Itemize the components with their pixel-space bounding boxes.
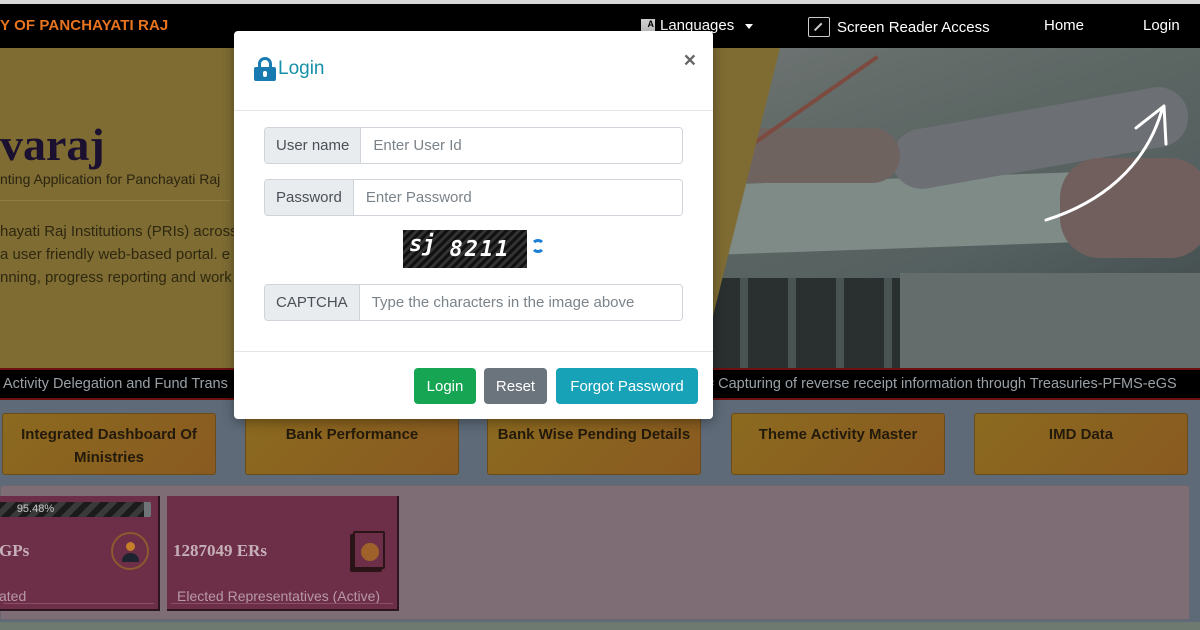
login-modal: Login × User name Password sj 8211 CAPTC… bbox=[234, 31, 713, 419]
screen-reader-icon bbox=[808, 17, 830, 37]
forgot-password-button[interactable]: Forgot Password bbox=[556, 368, 698, 404]
arrow-pointer-icon bbox=[1044, 104, 1168, 222]
nav-login[interactable]: Login bbox=[1143, 17, 1180, 34]
nav-screen-reader-label: Screen Reader Access bbox=[837, 18, 990, 36]
stat-card-gps[interactable]: 95.48% GPs ated bbox=[0, 496, 160, 611]
password-label: Password bbox=[265, 180, 354, 215]
quick-link-imd-data[interactable]: IMD Data bbox=[974, 413, 1188, 475]
password-input[interactable] bbox=[353, 180, 682, 215]
nav-home[interactable]: Home bbox=[1044, 17, 1084, 34]
quick-link-integrated-dashboard[interactable]: Integrated Dashboard Of Ministries bbox=[2, 413, 216, 475]
modal-footer: Login Reset Forgot Password bbox=[234, 351, 713, 419]
progress-bar-fill: 95.48% bbox=[0, 502, 145, 517]
modal-header: Login × bbox=[234, 31, 713, 111]
username-field: User name bbox=[264, 127, 683, 164]
hero-divider bbox=[0, 200, 230, 201]
stat-value: 1287049 ERs bbox=[173, 541, 267, 560]
hero-description: hayati Raj Institutions (PRIs) across a … bbox=[0, 223, 238, 286]
stat-value: GPs bbox=[0, 541, 30, 560]
close-button[interactable]: × bbox=[684, 49, 696, 73]
gram-panchayat-icon bbox=[111, 532, 149, 570]
elected-representative-icon bbox=[353, 531, 385, 569]
hero-subtitle: nting Application for Panchayati Raj bbox=[0, 171, 221, 187]
caret-down-icon bbox=[745, 24, 754, 29]
stats-panel: 95.48% GPs ated 1287049 ERs Elected Repr… bbox=[0, 485, 1190, 620]
hero-title: varaj bbox=[0, 119, 105, 170]
reset-button[interactable]: Reset bbox=[484, 368, 547, 404]
stat-label: Elected Representatives (Active) bbox=[177, 588, 381, 604]
footer-strip bbox=[0, 622, 1200, 630]
modal-title: Login bbox=[254, 57, 325, 81]
captcha-label: CAPTCHA bbox=[265, 285, 360, 320]
captcha-input[interactable] bbox=[359, 285, 682, 320]
refresh-captcha-icon[interactable] bbox=[531, 239, 545, 253]
password-field: Password bbox=[264, 179, 683, 216]
quick-link-bank-performance[interactable]: Bank Performance bbox=[245, 413, 459, 475]
quick-link-bank-wise-pending[interactable]: Bank Wise Pending Details bbox=[487, 413, 701, 475]
progress-bar: 95.48% bbox=[0, 502, 151, 517]
stat-label: ated bbox=[0, 588, 27, 604]
brand-title[interactable]: Y OF PANCHAYATI RAJ bbox=[0, 17, 168, 34]
quick-links: Integrated Dashboard Of Ministries Bank … bbox=[0, 413, 1200, 475]
ticker-item[interactable]: # Capturing of reverse receipt informati… bbox=[706, 376, 1177, 392]
quick-link-theme-activity-master[interactable]: Theme Activity Master bbox=[731, 413, 945, 475]
captcha-text-part2: 8211 bbox=[449, 236, 511, 262]
ticker-item[interactable]: Activity Delegation and Fund Trans bbox=[3, 376, 228, 392]
nav-screen-reader-access[interactable]: Screen Reader Access bbox=[808, 17, 990, 37]
username-input[interactable] bbox=[361, 128, 682, 163]
captcha-image: sj 8211 bbox=[403, 230, 527, 268]
captcha-field: CAPTCHA bbox=[264, 284, 683, 321]
username-label: User name bbox=[265, 128, 362, 163]
modal-title-text: Login bbox=[278, 58, 325, 79]
lock-icon bbox=[254, 57, 276, 81]
login-button[interactable]: Login bbox=[414, 368, 476, 404]
stat-card-elected-representatives[interactable]: 1287049 ERs Elected Representatives (Act… bbox=[167, 496, 399, 611]
captcha-text-part1: sj bbox=[409, 231, 436, 257]
